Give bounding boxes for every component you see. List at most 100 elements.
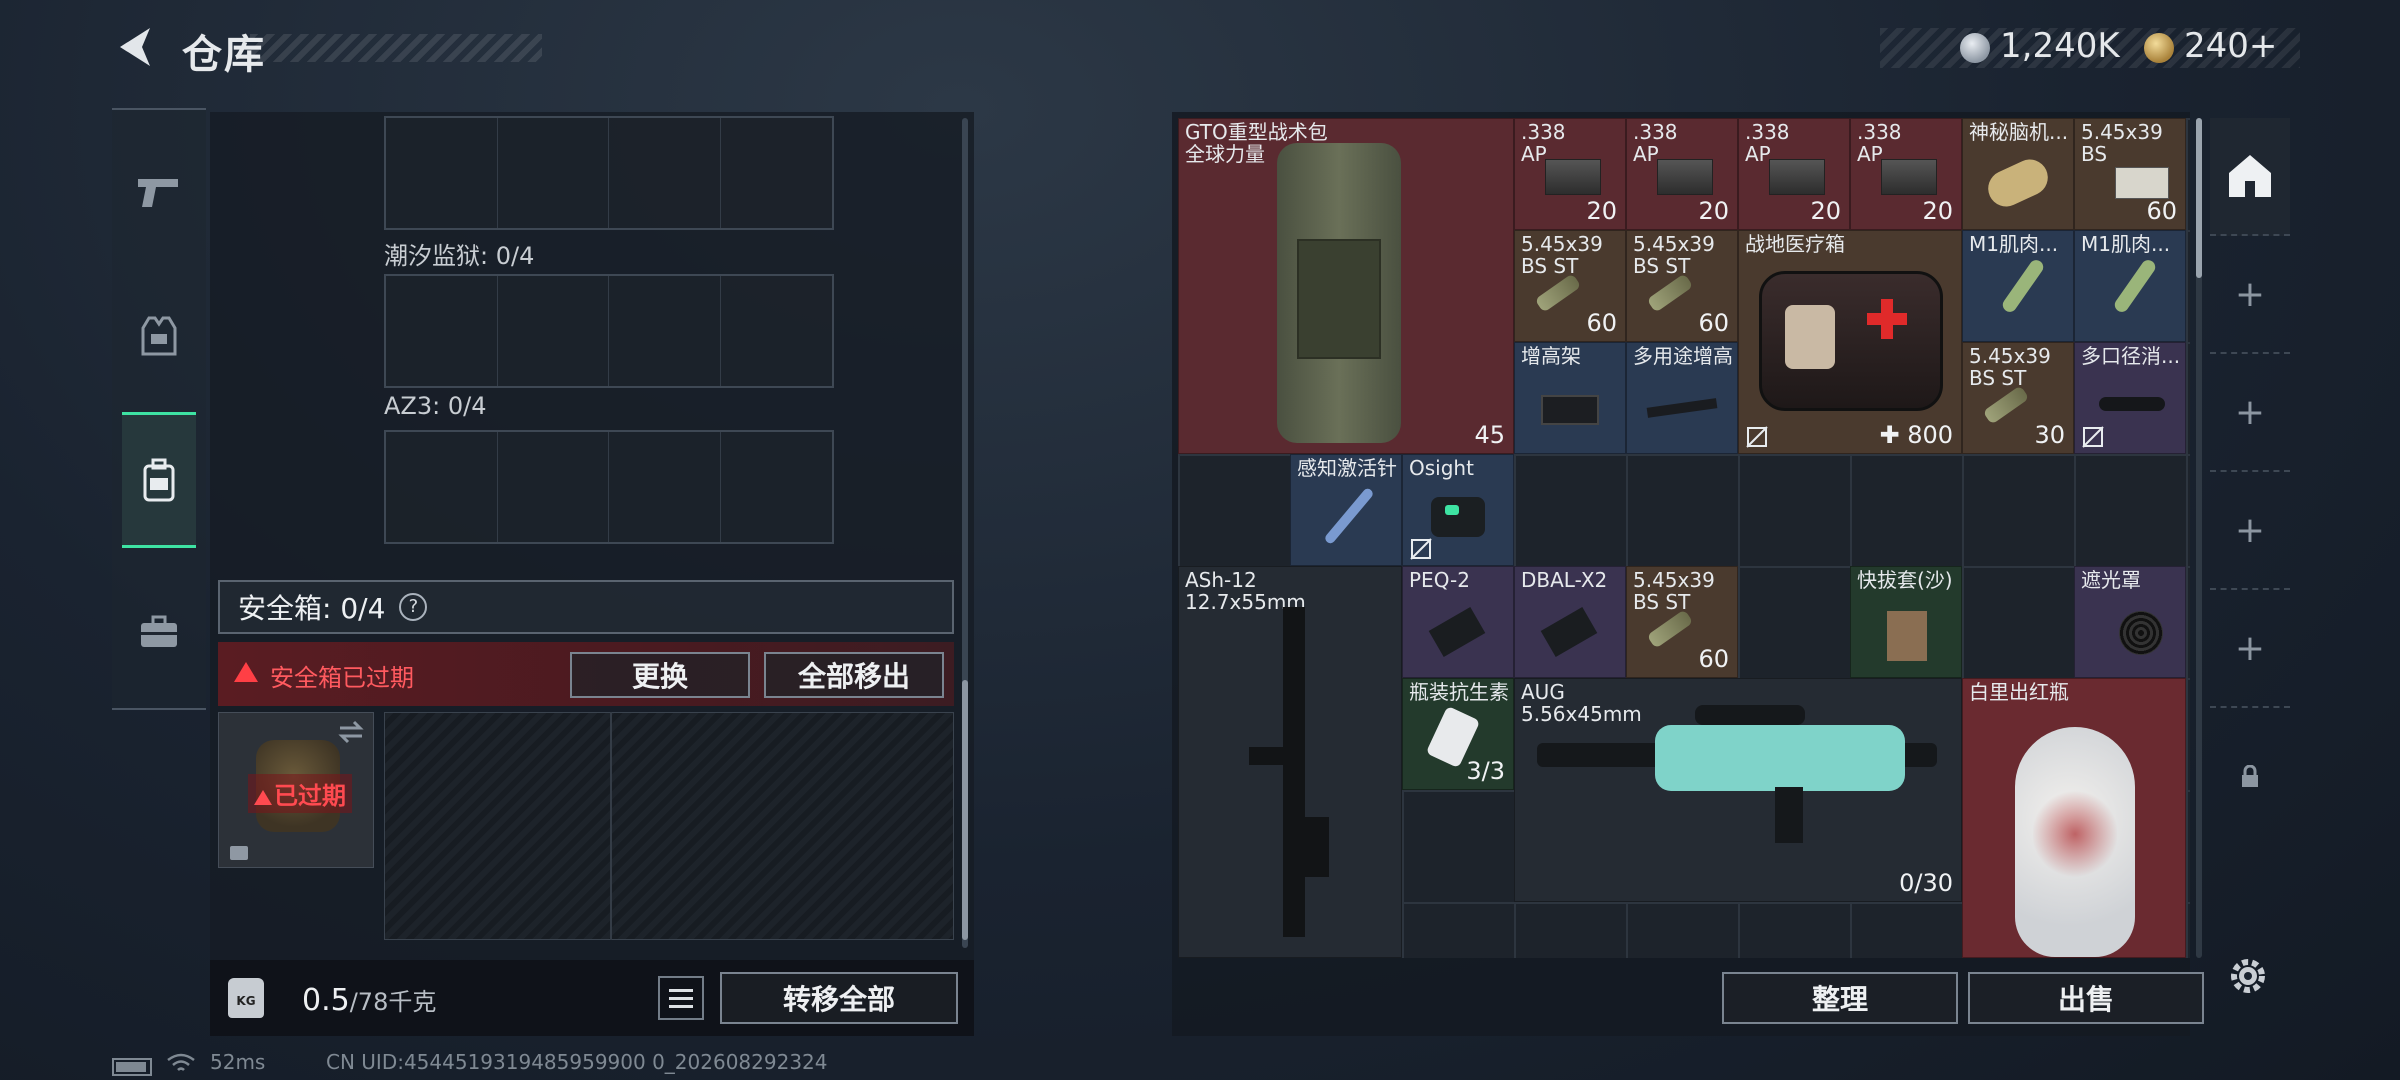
item-545-bs-st[interactable]: 5.45x39 BS ST 60 [1514, 230, 1626, 342]
item-name: Osight [1409, 456, 1474, 480]
stash-tab-home[interactable] [2210, 118, 2290, 236]
item-m1-muscle-injector[interactable]: M1肌肉... [1962, 230, 2074, 342]
item-ash12[interactable]: ASh-12 12.7x55mm [1178, 566, 1402, 958]
warning-icon [254, 789, 272, 805]
stash-scroll-thumb[interactable] [2196, 118, 2202, 278]
backpack-pocket [1297, 239, 1381, 359]
stash-tab-locked[interactable] [2210, 718, 2290, 836]
item-m1-muscle-injector[interactable]: M1肌肉... [2074, 230, 2186, 342]
item-dbal-x2[interactable]: DBAL-X2 [1514, 566, 1626, 678]
item-name: 5.45x39 BS ST [1521, 232, 1603, 278]
item-name: 5.45x39 BS [2081, 120, 2163, 166]
nav-armor[interactable] [122, 268, 196, 404]
item-name: 遮光罩 [2081, 568, 2141, 592]
item-count: 20 [1922, 197, 1953, 225]
stash-tab-add-3[interactable]: + [2210, 472, 2290, 590]
item-lens-hood[interactable]: 遮光罩 [2074, 566, 2186, 678]
safebox-help-icon[interactable]: ? [399, 593, 428, 621]
stash-tab-add-1[interactable]: + [2210, 236, 2290, 354]
stash-tab-add-2[interactable]: + [2210, 354, 2290, 472]
item-545-bs-st[interactable]: 5.45x39 BS ST 60 [1626, 566, 1738, 678]
item-multi-caliber-suppressor[interactable]: 多口径消... [2074, 342, 2186, 454]
no-insure-icon [1746, 426, 1768, 448]
sell-button[interactable]: 出售 [1968, 972, 2204, 1024]
item-count: 60 [2146, 197, 2177, 225]
item-multi-riser[interactable]: 多用途增高 [1626, 342, 1738, 454]
gold-coin-icon [2144, 33, 2174, 63]
laser-image [1428, 607, 1486, 657]
ammo-image [1982, 385, 2030, 425]
vest-icon [141, 316, 177, 356]
sort-button[interactable]: 整理 [1722, 972, 1958, 1024]
item-riser-mount[interactable]: 增高架 [1514, 342, 1626, 454]
item-aug[interactable]: AUG 5.56x45mm 0/30 [1514, 678, 1962, 902]
hood-image [2119, 611, 2163, 655]
container-label-az3: AZ3: 0/4 [384, 392, 487, 420]
no-insure-icon [2082, 426, 2104, 448]
item-545-bs-st[interactable]: 5.45x39 BS ST 60 [1626, 230, 1738, 342]
item-field-medkit[interactable]: 战地医疗箱 ✚ 800 [1738, 230, 1962, 454]
item-count: 45 [1474, 421, 1505, 449]
chip-image [1982, 153, 2054, 213]
item-338-ap[interactable]: .338 AP 20 [1626, 118, 1738, 230]
aug-body [1655, 725, 1905, 791]
item-count: 20 [1810, 197, 1841, 225]
container-grid-1[interactable] [384, 116, 834, 230]
item-osight[interactable]: Osight [1402, 454, 1514, 566]
item-peq2[interactable]: PEQ-2 [1402, 566, 1514, 678]
nav-case[interactable] [122, 564, 196, 700]
ammo-box-image [1881, 159, 1937, 195]
item-gto-backpack[interactable]: GTO重型战术包 全球力量 45 [1178, 118, 1514, 454]
container-label-tidal-prison: 潮汐监狱: 0/4 [384, 242, 535, 270]
item-count: 20 [1698, 197, 1729, 225]
item-perception-injector[interactable]: 感知激活针 [1290, 454, 1402, 566]
item-quick-holster[interactable]: 快拔套(沙) [1850, 566, 1962, 678]
item-545-bs-st[interactable]: 5.45x39 BS ST 30 [1962, 342, 2074, 454]
item-338-ap[interactable]: .338 AP 20 [1514, 118, 1626, 230]
uid-text: CN UID:4544519319485959900 0_20260829232… [326, 1050, 828, 1074]
item-name: 瓶装抗生素 [1409, 680, 1509, 704]
plus-icon: + [2234, 391, 2266, 433]
item-count: 20 [1586, 197, 1617, 225]
no-insure-icon [1410, 538, 1432, 560]
backpack-scroll-thumb[interactable] [962, 680, 968, 940]
stash-grid[interactable]: GTO重型战术包 全球力量 45 .338 AP 20 .338 AP 20 .… [1178, 118, 2190, 958]
nav-backpack[interactable] [122, 412, 196, 548]
transfer-all-button[interactable]: 转移全部 [720, 972, 958, 1024]
stash-tab-add-4[interactable]: + [2210, 590, 2290, 708]
replace-button[interactable]: 更换 [570, 652, 750, 698]
item-545-bs[interactable]: 5.45x39 BS 60 [2074, 118, 2186, 230]
aug-grip [1775, 787, 1803, 843]
container-grid-tidal-prison[interactable] [384, 274, 834, 388]
nav-weapons[interactable] [122, 124, 196, 260]
container-grid-az3[interactable] [384, 430, 834, 544]
lock-icon [230, 846, 248, 860]
swap-icon[interactable] [336, 720, 366, 744]
rifle-grip [1249, 747, 1289, 765]
durability-value: 800 [1907, 421, 1953, 449]
medkit-label [1785, 305, 1835, 369]
item-mystery-brain-chip[interactable]: 神秘脑机... [1962, 118, 2074, 230]
item-338-ap[interactable]: .338 AP 20 [1738, 118, 1850, 230]
item-red-vase[interactable]: 白里出红瓶 [1962, 678, 2186, 958]
item-name: 感知激活针 [1297, 456, 1397, 480]
laser-image [1540, 607, 1598, 657]
back-arrow-icon[interactable] [112, 24, 156, 70]
safebox-grid[interactable] [384, 712, 954, 940]
item-338-ap[interactable]: .338 AP 20 [1850, 118, 1962, 230]
safebox-label: 安全箱: 0/4 [238, 592, 386, 625]
warehouse-icon [2229, 155, 2271, 197]
safebox-expired-text: 安全箱已过期 [270, 664, 414, 692]
lock-icon [2242, 765, 2258, 787]
item-name: 快拔套(沙) [1857, 568, 1953, 592]
plus-icon: + [2234, 509, 2266, 551]
item-bottled-antibiotic[interactable]: 瓶装抗生素 3/3 [1402, 678, 1514, 790]
list-view-button[interactable] [658, 976, 704, 1020]
settings-gear-icon[interactable] [2226, 954, 2270, 998]
remove-all-button[interactable]: 全部移出 [764, 652, 944, 698]
gold-currency-amount: 240+ [2184, 26, 2278, 66]
case-expired-label: 已过期 [248, 774, 352, 813]
item-name: 增高架 [1521, 344, 1581, 368]
item-name: PEQ-2 [1409, 568, 1470, 592]
page-title: 仓库 [182, 32, 266, 78]
